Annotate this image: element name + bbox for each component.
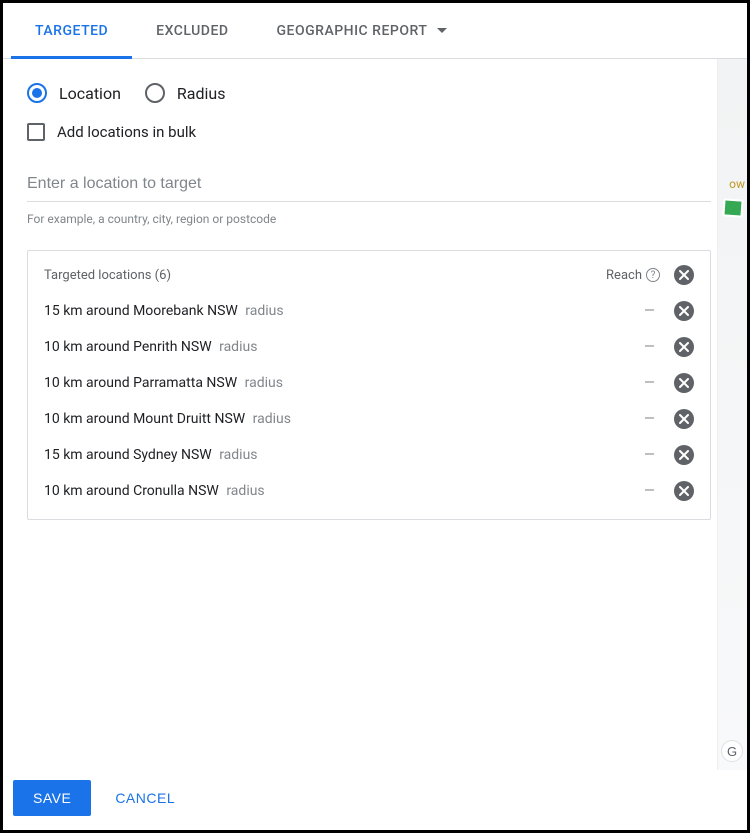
tab-excluded[interactable]: EXCLUDED — [132, 3, 252, 59]
radio-option-location[interactable]: Location — [27, 83, 121, 103]
location-row: 15 km around Sydney NSW radius— — [28, 437, 710, 473]
tab-targeted[interactable]: TARGETED — [11, 3, 132, 59]
location-subtype: radius — [216, 339, 258, 355]
reach-value: — — [644, 303, 654, 319]
close-icon — [679, 306, 689, 316]
radio-label-location: Location — [59, 84, 121, 103]
locations-header: Targeted locations (6) Reach ? — [28, 251, 710, 293]
remove-location-button[interactable] — [674, 481, 694, 501]
help-icon[interactable]: ? — [646, 268, 660, 282]
location-subtype: radius — [249, 411, 291, 427]
location-text: 10 km around Parramatta NSW radius — [44, 375, 644, 391]
close-icon — [679, 450, 689, 460]
close-icon — [679, 270, 689, 280]
remove-location-button[interactable] — [674, 373, 694, 393]
locations-list: Targeted locations (6) Reach ? 15 km aro… — [27, 250, 711, 520]
location-row: 10 km around Penrith NSW radius— — [28, 329, 710, 365]
location-text: 10 km around Cronulla NSW radius — [44, 483, 644, 499]
location-text: 10 km around Penrith NSW radius — [44, 339, 644, 355]
radio-icon — [27, 83, 47, 103]
location-subtype: radius — [241, 375, 283, 391]
close-icon — [679, 342, 689, 352]
location-input[interactable] — [27, 169, 711, 202]
location-row: 10 km around Cronulla NSW radius— — [28, 473, 710, 509]
map-text-fragment: ow — [729, 177, 745, 191]
google-badge-icon: G — [721, 740, 743, 762]
location-row: 10 km around Parramatta NSW radius— — [28, 365, 710, 401]
tabs-bar: TARGETED EXCLUDED GEOGRAPHIC REPORT — [3, 3, 747, 59]
main-panel: Location Radius Add locations in bulk Fo… — [27, 83, 711, 520]
footer-actions: SAVE CANCEL — [3, 770, 747, 830]
remove-all-button[interactable] — [674, 265, 694, 285]
reach-header: Reach ? — [606, 268, 660, 283]
locations-count-label: Targeted locations (6) — [44, 268, 606, 283]
map-preview[interactable]: ow G — [717, 59, 747, 770]
radio-icon — [145, 83, 165, 103]
remove-location-button[interactable] — [674, 409, 694, 429]
remove-location-button[interactable] — [674, 337, 694, 357]
targeting-type-row: Location Radius — [27, 83, 711, 103]
location-subtype: radius — [242, 303, 284, 319]
location-subtype: radius — [216, 447, 258, 463]
reach-value: — — [644, 483, 654, 499]
location-text: 10 km around Mount Druitt NSW radius — [44, 411, 644, 427]
save-button[interactable]: SAVE — [13, 780, 91, 816]
radio-option-radius[interactable]: Radius — [145, 83, 226, 103]
reach-value: — — [644, 411, 654, 427]
chevron-down-icon — [437, 28, 447, 33]
reach-label-text: Reach — [606, 268, 642, 283]
location-subtype: radius — [223, 483, 265, 499]
remove-location-button[interactable] — [674, 445, 694, 465]
map-route-marker — [722, 198, 743, 217]
tab-report-label: GEOGRAPHIC REPORT — [277, 23, 428, 39]
radio-label-radius: Radius — [177, 84, 226, 103]
location-row: 10 km around Mount Druitt NSW radius— — [28, 401, 710, 437]
reach-value: — — [644, 339, 654, 355]
checkbox-label-bulk: Add locations in bulk — [57, 123, 196, 141]
checkbox-icon — [27, 123, 45, 141]
close-icon — [679, 414, 689, 424]
reach-value: — — [644, 375, 654, 391]
input-hint: For example, a country, city, region or … — [27, 212, 711, 226]
close-icon — [679, 378, 689, 388]
close-icon — [679, 486, 689, 496]
location-row: 15 km around Moorebank NSW radius— — [28, 293, 710, 329]
location-text: 15 km around Sydney NSW radius — [44, 447, 644, 463]
content-panel: Location Radius Add locations in bulk Fo… — [3, 59, 747, 520]
checkbox-bulk-locations[interactable]: Add locations in bulk — [27, 123, 711, 141]
tab-geographic-report[interactable]: GEOGRAPHIC REPORT — [253, 3, 472, 59]
reach-value: — — [644, 447, 654, 463]
cancel-button[interactable]: CANCEL — [115, 790, 175, 806]
remove-location-button[interactable] — [674, 301, 694, 321]
location-text: 15 km around Moorebank NSW radius — [44, 303, 644, 319]
